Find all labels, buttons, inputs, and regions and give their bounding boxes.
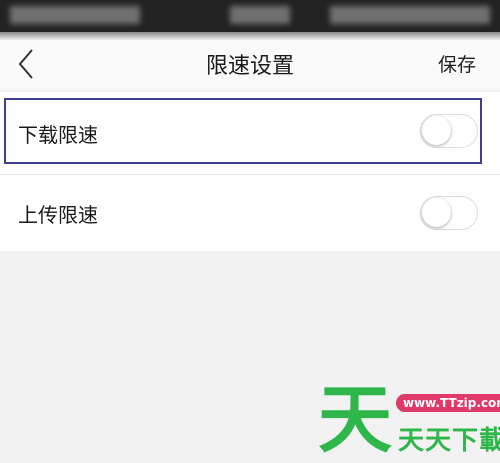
save-button[interactable]: 保存 (438, 50, 476, 77)
toggle-knob (422, 198, 451, 227)
watermark-text: 天天下載 (398, 426, 500, 456)
setting-label: 下载限速 (18, 123, 98, 147)
upload-limit-toggle[interactable] (420, 196, 478, 230)
watermark-url: www.TTzip.com (396, 394, 500, 412)
settings-list: 下载限速 上传限速 (0, 92, 500, 251)
watermark-big-char: 天 (318, 377, 392, 463)
setting-label: 上传限速 (18, 203, 98, 227)
download-limit-toggle[interactable] (420, 114, 478, 148)
status-bar-shadow (0, 32, 500, 40)
watermark-logo: 天 www.TTzip.com 天天下載 (318, 378, 500, 462)
setting-row-upload-limit: 上传限速 (0, 175, 500, 251)
setting-row-download-limit: 下载限速 (0, 92, 500, 174)
page-title: 限速设置 (205, 54, 294, 79)
nav-bar: 限速设置 保存 (0, 40, 500, 90)
toggle-knob (422, 116, 451, 145)
status-bar (0, 0, 500, 32)
